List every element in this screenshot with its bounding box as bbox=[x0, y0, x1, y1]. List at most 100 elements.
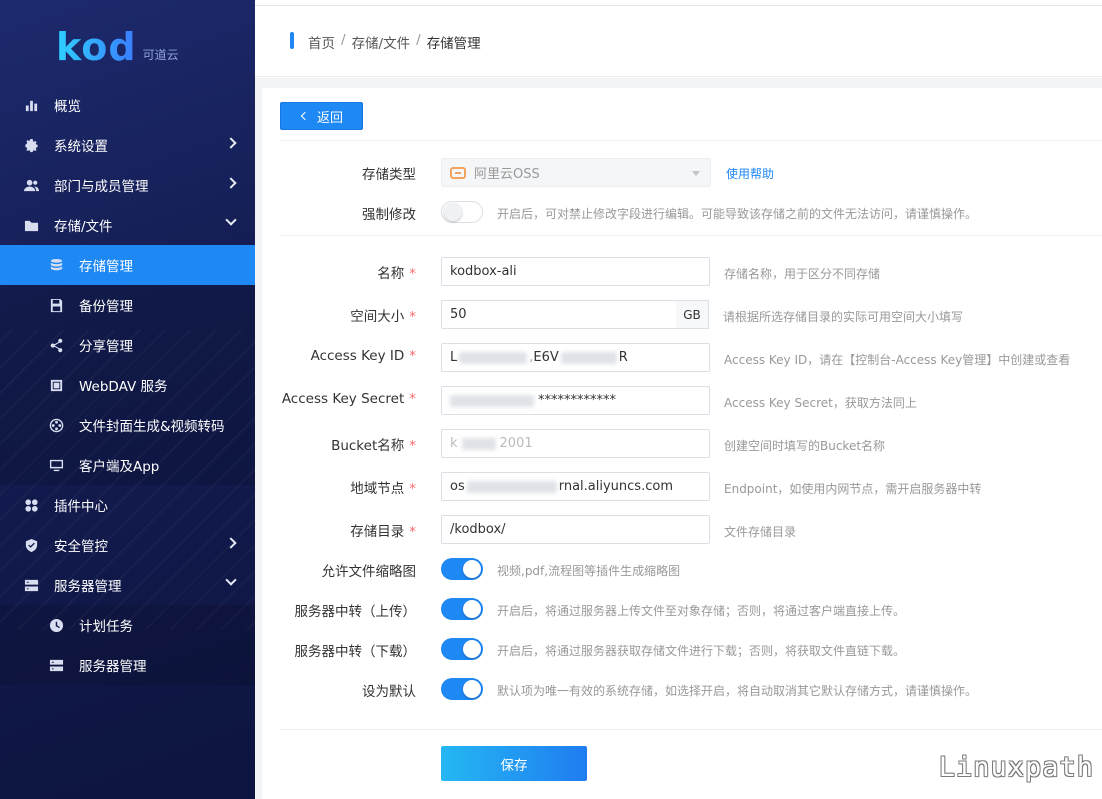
toggle-knob bbox=[444, 203, 462, 221]
logo: kod 可道云 bbox=[56, 22, 179, 66]
bucket-input[interactable]: k 2001 bbox=[441, 429, 710, 458]
divider bbox=[280, 729, 1102, 730]
breadcrumb-separator: / bbox=[341, 32, 346, 48]
bar-chart-icon bbox=[22, 96, 40, 114]
sidebar-item-12[interactable]: 服务器管理 bbox=[0, 565, 255, 605]
thumbnail-label: 允许文件缩略图 bbox=[321, 564, 417, 580]
sidebar-item-7[interactable]: WebDAV 服务 bbox=[0, 365, 255, 405]
sidebar-item-label: WebDAV 服务 bbox=[79, 379, 168, 395]
access-key-secret-label: Access Key Secret * bbox=[281, 391, 416, 407]
endpoint-input[interactable]: os rnal.aliyuncs.com bbox=[441, 472, 710, 501]
sidebar-item-9[interactable]: 客户端及App bbox=[0, 445, 255, 485]
toggle-knob bbox=[463, 640, 481, 658]
sidebar-item-label: 存储管理 bbox=[79, 259, 133, 275]
proxy-upload-hint: 开启后，将通过服务器上传文件至对象存储；否则，将通过客户端直接上传。 bbox=[497, 604, 906, 618]
proxy-download-toggle[interactable] bbox=[441, 638, 483, 660]
sidebar-nav: 概览系统设置部门与成员管理存储/文件存储管理备份管理分享管理 WebDAV 服务文… bbox=[0, 85, 255, 685]
name-input[interactable]: kodbox-ali bbox=[441, 257, 710, 286]
directory-input[interactable]: /kodbox/ bbox=[441, 515, 710, 544]
toggle-knob bbox=[463, 680, 481, 698]
default-label: 设为默认 bbox=[362, 684, 416, 700]
clock-icon bbox=[47, 616, 65, 634]
endpoint-hint: Endpoint，如使用内网节点，需开启服务器中转 bbox=[724, 482, 982, 496]
thumbnail-toggle[interactable] bbox=[441, 558, 483, 580]
force-edit-label: 强制修改 bbox=[362, 207, 416, 223]
sidebar-item-3[interactable]: 存储/文件 bbox=[0, 205, 255, 245]
sidebar-item-13[interactable]: 计划任务 bbox=[0, 605, 255, 645]
access-key-id-label: Access Key ID * bbox=[310, 348, 416, 364]
shield-icon bbox=[22, 536, 40, 554]
sidebar-item-2[interactable]: 部门与成员管理 bbox=[0, 165, 255, 205]
plugin-icon bbox=[22, 496, 40, 514]
chevron-left-icon bbox=[300, 111, 310, 121]
access-key-secret-input[interactable]: ************ bbox=[441, 386, 710, 415]
sidebar-item-label: 分享管理 bbox=[79, 339, 133, 355]
breadcrumb-home[interactable]: 首页 bbox=[308, 32, 335, 52]
sidebar-item-6[interactable]: 分享管理 bbox=[0, 325, 255, 365]
storage-type-label: 存储类型 bbox=[362, 167, 416, 183]
endpoint-label: 地域节点 * bbox=[350, 481, 416, 497]
watermark: Linuxpath bbox=[938, 752, 1094, 783]
access-key-id-input[interactable]: L , E6V R bbox=[441, 343, 710, 372]
back-button[interactable]: 返回 bbox=[280, 102, 363, 130]
force-edit-toggle[interactable] bbox=[441, 201, 483, 223]
size-label: 空间大小 * bbox=[350, 309, 416, 325]
save-button-label: 保存 bbox=[500, 757, 528, 774]
sidebar-item-5[interactable]: 备份管理 bbox=[0, 285, 255, 325]
divider bbox=[280, 235, 1102, 236]
sidebar-item-11[interactable]: 安全管控 bbox=[0, 525, 255, 565]
sidebar-item-label: 服务器管理 bbox=[54, 579, 122, 595]
chevron-down-icon bbox=[225, 214, 237, 226]
size-unit: GB bbox=[676, 300, 709, 329]
breadcrumb-storage-management: 存储管理 bbox=[426, 36, 481, 52]
folder-icon bbox=[22, 216, 40, 234]
sidebar-item-8[interactable]: 文件封面生成&视频转码 bbox=[0, 405, 255, 445]
database-icon bbox=[47, 256, 65, 274]
sidebar-item-label: 系统设置 bbox=[54, 139, 108, 155]
chevron-down-icon bbox=[692, 171, 700, 176]
sidebar-item-label: 插件中心 bbox=[54, 499, 108, 515]
proxy-upload-label: 服务器中转（上传） bbox=[294, 604, 417, 620]
server-icon bbox=[47, 656, 65, 674]
sidebar-item-14[interactable]: 服务器管理 bbox=[0, 645, 255, 685]
aliyun-icon bbox=[450, 166, 466, 179]
chevron-right-icon bbox=[225, 177, 237, 189]
storage-type-select[interactable]: 阿里云OSS bbox=[441, 158, 711, 187]
help-link[interactable]: 使用帮助 bbox=[726, 165, 774, 182]
header-accent-bar bbox=[290, 32, 294, 49]
sidebar-item-0[interactable]: 概览 bbox=[0, 85, 255, 125]
sidebar-item-label: 客户端及App bbox=[79, 459, 160, 475]
sidebar-item-label: 服务器管理 bbox=[79, 659, 147, 675]
back-button-label: 返回 bbox=[316, 110, 343, 126]
breadcrumb-storage-files[interactable]: 存储/文件 bbox=[352, 32, 411, 52]
size-input[interactable]: 50 bbox=[441, 300, 677, 329]
header: 首页 / 存储/文件 / 存储管理 bbox=[255, 5, 1102, 77]
chevron-right-icon bbox=[225, 537, 237, 549]
sidebar-item-label: 备份管理 bbox=[79, 299, 133, 315]
sidebar-item-10[interactable]: 插件中心 bbox=[0, 485, 255, 525]
force-edit-hint: 开启后，可对禁止修改字段进行编辑。可能导致该存储之前的文件无法访问，请谨慎操作。 bbox=[497, 207, 978, 221]
sidebar-item-4[interactable]: 存储管理 bbox=[0, 245, 255, 285]
name-hint: 存储名称，用于区分不同存储 bbox=[724, 267, 881, 281]
webdav-icon bbox=[47, 376, 65, 394]
breadcrumb: 首页 / 存储/文件 / 存储管理 bbox=[308, 32, 481, 52]
storage-type-value: 阿里云OSS bbox=[474, 167, 540, 182]
save-button[interactable]: 保存 bbox=[441, 746, 587, 781]
sidebar-item-label: 部门与成员管理 bbox=[54, 179, 149, 195]
directory-label: 存储目录 * bbox=[350, 524, 416, 540]
size-hint: 请根据所选存储目录的实际可用空间大小填写 bbox=[723, 310, 964, 324]
access-key-secret-hint: Access Key Secret，获取方法同上 bbox=[724, 396, 917, 410]
sidebar-item-1[interactable]: 系统设置 bbox=[0, 125, 255, 165]
thumbnail-hint: 视频,pdf,流程图等插件生成缩略图 bbox=[497, 564, 681, 578]
sidebar-item-label: 文件封面生成&视频转码 bbox=[79, 419, 225, 435]
proxy-download-hint: 开启后，将通过服务器获取存储文件进行下载；否则，将获取文件直链下载。 bbox=[497, 644, 906, 658]
save-icon bbox=[47, 296, 65, 314]
toggle-knob bbox=[463, 560, 481, 578]
directory-hint: 文件存储目录 bbox=[724, 525, 797, 539]
server-icon bbox=[22, 576, 40, 594]
sidebar-item-label: 安全管控 bbox=[54, 539, 108, 555]
transcode-icon bbox=[47, 416, 65, 434]
monitor-icon bbox=[47, 456, 65, 474]
default-toggle[interactable] bbox=[441, 678, 483, 700]
proxy-upload-toggle[interactable] bbox=[441, 598, 483, 620]
